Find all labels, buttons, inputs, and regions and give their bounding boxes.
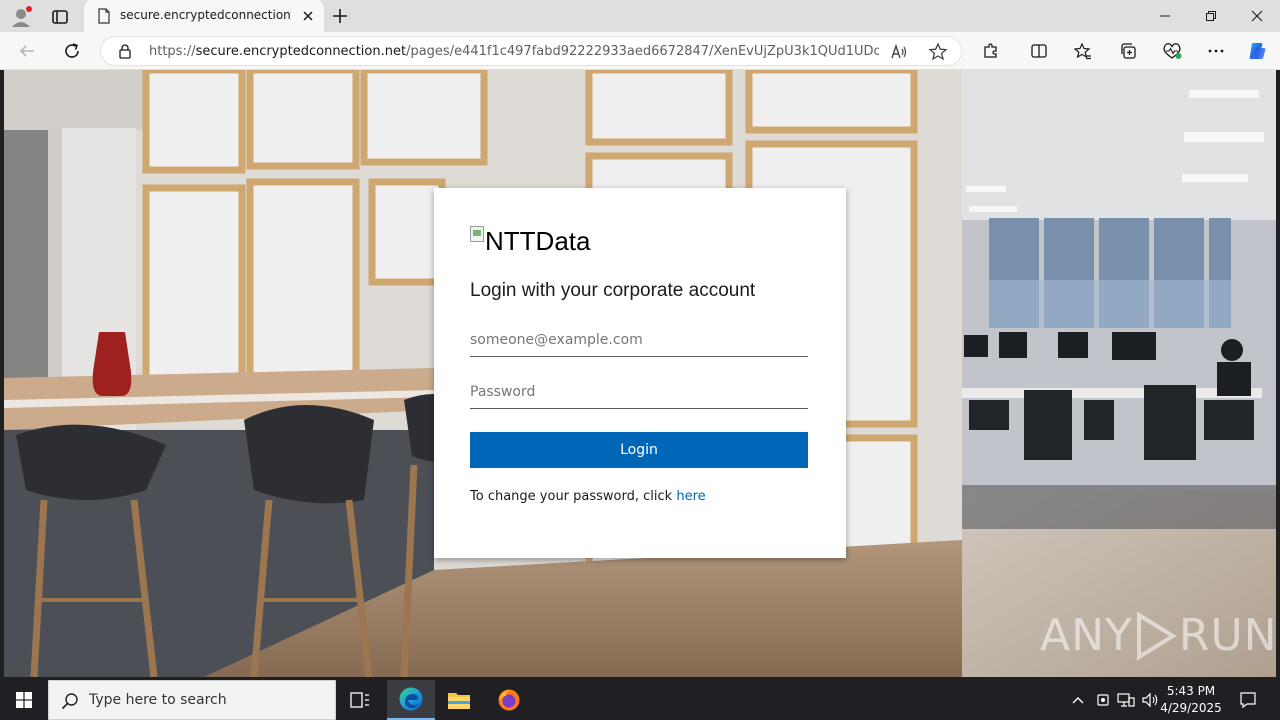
tab-title: secure.encryptedconnection.net/pages/e44…: [120, 8, 290, 22]
copilot-icon: [1249, 43, 1266, 59]
taskbar-clock[interactable]: 5:43 PM 4/29/2025: [1160, 683, 1222, 717]
collections-button[interactable]: [1117, 40, 1139, 62]
folder-icon: [448, 693, 470, 709]
tab-actions-icon[interactable]: [50, 7, 70, 27]
page-icon: [98, 8, 110, 24]
task-view-button[interactable]: [336, 680, 384, 720]
url-host: secure.encryptedconnection.net: [195, 44, 407, 59]
refresh-button[interactable]: [61, 40, 83, 62]
search-placeholder: Type here to search: [89, 692, 227, 708]
favorites-icon: [1074, 42, 1091, 60]
browser-toolbar: https://secure.encryptedconnection.net/p…: [0, 32, 1280, 70]
network-icon: [1117, 693, 1135, 707]
tab-active[interactable]: secure.encryptedconnection.net/pages/e44…: [84, 0, 324, 32]
watermark-left-text: ANY: [1040, 610, 1133, 661]
watermark-right-text: RUN: [1178, 610, 1276, 661]
password-field[interactable]: [470, 375, 808, 409]
network-button[interactable]: [1116, 690, 1136, 710]
settings-menu-button[interactable]: [1205, 40, 1227, 62]
clock-time: 5:43 PM: [1166, 684, 1216, 698]
speaker-icon: [1142, 692, 1158, 708]
volume-button[interactable]: [1140, 690, 1160, 710]
taskbar-file-explorer[interactable]: [435, 680, 483, 720]
taskbar-edge[interactable]: [387, 680, 435, 720]
minimize-icon: [1160, 15, 1170, 17]
close-icon: [1251, 10, 1263, 22]
url-text[interactable]: https://secure.encryptedconnection.net/p…: [149, 44, 879, 59]
arrow-left-icon: [19, 45, 34, 57]
profile-icon[interactable]: [10, 6, 32, 28]
lock-icon[interactable]: [117, 43, 133, 59]
windows-logo-icon: [16, 692, 32, 708]
logo-alt-text: NTTData: [485, 226, 591, 256]
change-password-text: To change your password, click: [470, 489, 677, 504]
notifications-button[interactable]: [1238, 690, 1258, 710]
copilot-button[interactable]: [1246, 40, 1268, 62]
broken-image-icon: [470, 226, 484, 242]
split-screen-icon: [1031, 44, 1047, 58]
edge-icon: [399, 687, 423, 711]
change-password-note: To change your password, click here: [470, 489, 706, 504]
chevron-up-icon: [1072, 697, 1084, 704]
change-password-link[interactable]: here: [676, 489, 705, 504]
refresh-icon: [65, 43, 79, 58]
browser-essentials-button[interactable]: [1161, 40, 1183, 62]
restore-icon: [1206, 11, 1216, 21]
show-hidden-icons-button[interactable]: [1068, 690, 1088, 710]
extensions-button[interactable]: [980, 40, 1002, 62]
play-icon: [1136, 610, 1177, 661]
search-icon: [61, 693, 78, 710]
taskbar-firefox[interactable]: [485, 680, 533, 720]
task-view-icon: [350, 692, 369, 708]
notification-icon: [1240, 692, 1256, 709]
address-bar[interactable]: https://secure.encryptedconnection.net/p…: [100, 36, 962, 66]
close-window-button[interactable]: [1234, 0, 1280, 32]
favorite-star-icon[interactable]: [928, 42, 948, 62]
company-logo: NTTData: [470, 220, 590, 256]
tray-device-button[interactable]: [1093, 690, 1113, 710]
split-screen-button[interactable]: [1028, 40, 1050, 62]
close-tab-icon[interactable]: [300, 8, 316, 24]
windows-taskbar: Type here to search 5:43 PM 4/29/2025: [0, 680, 1280, 720]
read-aloud-icon[interactable]: [889, 42, 909, 62]
anyrun-watermark: ANY RUN: [1040, 610, 1276, 661]
firefox-icon: [498, 689, 520, 711]
collections-icon: [1121, 43, 1136, 59]
favorites-button[interactable]: [1072, 40, 1094, 62]
heartbeat-icon: [1163, 43, 1182, 59]
new-tab-icon[interactable]: [330, 6, 350, 26]
login-button[interactable]: Login: [470, 432, 808, 468]
email-field[interactable]: [470, 323, 808, 357]
clock-date: 4/29/2025: [1160, 701, 1222, 715]
device-icon: [1097, 694, 1109, 706]
restore-button[interactable]: [1188, 0, 1234, 32]
url-path: /pages/e441f1c497fabd92222933aed6672847/…: [406, 44, 879, 59]
puzzle-icon: [984, 43, 997, 58]
url-scheme: https://: [149, 44, 196, 59]
browser-tab-strip: secure.encryptedconnection.net/pages/e44…: [0, 0, 1280, 32]
taskbar-search-box[interactable]: Type here to search: [48, 680, 336, 720]
login-card: NTTData Login with your corporate accoun…: [434, 188, 846, 558]
back-button[interactable]: [16, 40, 38, 62]
more-options-icon: [1208, 49, 1224, 53]
minimize-button[interactable]: [1142, 0, 1188, 32]
login-heading: Login with your corporate account: [470, 280, 756, 301]
page-viewport: NTTData Login with your corporate accoun…: [4, 70, 1276, 677]
start-button[interactable]: [0, 680, 48, 720]
